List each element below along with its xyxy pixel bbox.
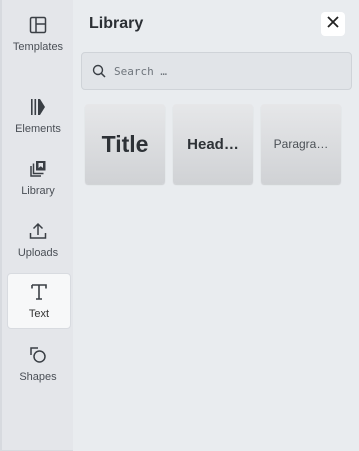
sidebar-item-label: Uploads bbox=[17, 247, 59, 259]
sidebar-item-text[interactable]: Text bbox=[7, 273, 71, 329]
text-style-list: Title Head… Paragra… bbox=[85, 104, 341, 184]
sidebar-item-label: Templates bbox=[12, 41, 64, 53]
templates-icon bbox=[28, 14, 48, 36]
search-bar bbox=[81, 52, 352, 90]
sidebar-item-label: Shapes bbox=[19, 371, 57, 383]
panel-title: Library bbox=[89, 15, 144, 32]
search-input[interactable] bbox=[112, 58, 346, 84]
upload-icon bbox=[28, 220, 48, 242]
card-label: Paragra… bbox=[273, 137, 329, 151]
card-label: Title bbox=[101, 130, 149, 157]
paragraph-style-card[interactable]: Paragra… bbox=[261, 104, 341, 184]
text-icon bbox=[29, 281, 49, 303]
sidebar-item-label: Library bbox=[21, 185, 55, 197]
sidebar-item-elements[interactable]: Elements bbox=[6, 92, 70, 148]
elements-icon bbox=[28, 96, 48, 118]
close-button[interactable] bbox=[321, 12, 345, 36]
sidebar-item-label: Elements bbox=[15, 123, 61, 135]
title-style-card[interactable]: Title bbox=[85, 104, 165, 184]
sidebar-item-label: Text bbox=[28, 308, 50, 320]
card-label: Head… bbox=[187, 135, 239, 153]
library-panel: Library Title Head… Paragra… bbox=[73, 0, 359, 451]
sidebar-item-shapes[interactable]: Shapes bbox=[6, 340, 70, 396]
search-icon bbox=[92, 64, 106, 78]
heading-style-card[interactable]: Head… bbox=[173, 104, 253, 184]
sidebar-item-uploads[interactable]: Uploads bbox=[6, 216, 70, 272]
shapes-icon bbox=[28, 344, 48, 366]
library-icon bbox=[28, 158, 48, 180]
close-icon bbox=[327, 15, 339, 33]
sidebar: Templates Elements Library Uploads Text bbox=[0, 0, 73, 451]
sidebar-item-templates[interactable]: Templates bbox=[6, 10, 70, 66]
app-root: Templates Elements Library Uploads Text bbox=[0, 0, 359, 451]
sidebar-item-library[interactable]: Library bbox=[6, 154, 70, 210]
